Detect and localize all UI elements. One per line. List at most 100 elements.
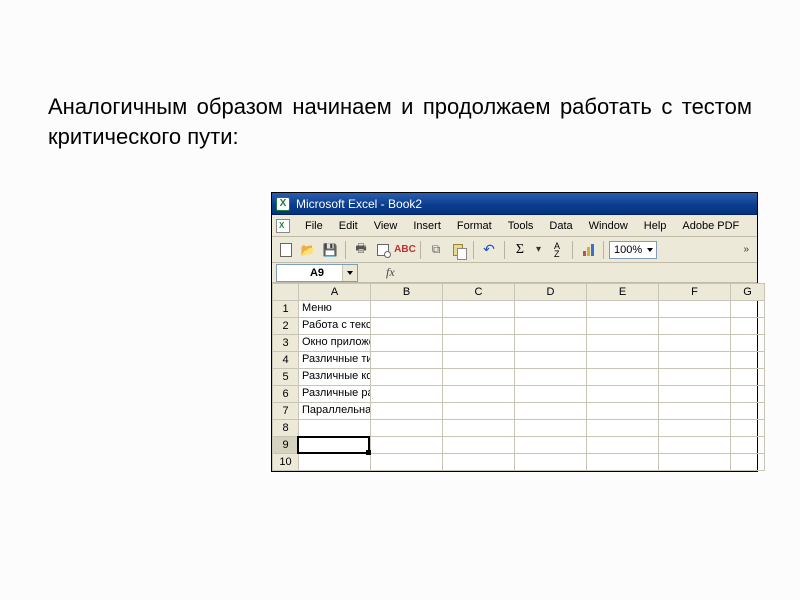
- cell-C3[interactable]: [443, 335, 515, 352]
- cell-F3[interactable]: [659, 335, 731, 352]
- cell-C5[interactable]: [443, 369, 515, 386]
- save-button[interactable]: 💾: [320, 240, 340, 260]
- cell-F6[interactable]: [659, 386, 731, 403]
- cell-B8[interactable]: [371, 420, 443, 437]
- row-header-10[interactable]: 10: [273, 454, 299, 471]
- cell-B2[interactable]: [371, 318, 443, 335]
- paste-button[interactable]: [448, 240, 468, 260]
- row-header-1[interactable]: 1: [273, 301, 299, 318]
- cell-A10[interactable]: [299, 454, 371, 471]
- cell-G5[interactable]: [731, 369, 765, 386]
- cell-D8[interactable]: [515, 420, 587, 437]
- open-button[interactable]: 📂: [298, 240, 318, 260]
- cell-B7[interactable]: [371, 403, 443, 420]
- menu-view[interactable]: View: [367, 218, 405, 234]
- titlebar[interactable]: X Microsoft Excel - Book2: [272, 193, 757, 215]
- cell-D7[interactable]: [515, 403, 587, 420]
- cell-C10[interactable]: [443, 454, 515, 471]
- name-box[interactable]: A9: [276, 264, 358, 282]
- col-header-F[interactable]: F: [659, 284, 731, 301]
- cell-A9[interactable]: [299, 437, 371, 454]
- print-preview-button[interactable]: [373, 240, 393, 260]
- zoom-combo[interactable]: 100%: [609, 241, 657, 259]
- cell-B5[interactable]: [371, 369, 443, 386]
- cell-F1[interactable]: [659, 301, 731, 318]
- cell-E8[interactable]: [587, 420, 659, 437]
- cell-F9[interactable]: [659, 437, 731, 454]
- cell-G7[interactable]: [731, 403, 765, 420]
- cell-G8[interactable]: [731, 420, 765, 437]
- cell-G1[interactable]: [731, 301, 765, 318]
- autosum-dropdown-icon[interactable]: ▾: [532, 244, 545, 255]
- row-header-6[interactable]: 6: [273, 386, 299, 403]
- chart-wizard-button[interactable]: [578, 240, 598, 260]
- menu-data[interactable]: Data: [542, 218, 579, 234]
- menu-adobe-pdf[interactable]: Adobe PDF: [675, 218, 746, 234]
- autosum-button[interactable]: Σ: [510, 240, 530, 260]
- cell-G4[interactable]: [731, 352, 765, 369]
- cell-B6[interactable]: [371, 386, 443, 403]
- new-button[interactable]: [276, 240, 296, 260]
- row-header-4[interactable]: 4: [273, 352, 299, 369]
- cell-E2[interactable]: [587, 318, 659, 335]
- cell-B1[interactable]: [371, 301, 443, 318]
- menu-window[interactable]: Window: [582, 218, 635, 234]
- cell-B10[interactable]: [371, 454, 443, 471]
- col-header-B[interactable]: B: [371, 284, 443, 301]
- cell-B3[interactable]: [371, 335, 443, 352]
- col-header-A[interactable]: A: [299, 284, 371, 301]
- row-header-3[interactable]: 3: [273, 335, 299, 352]
- cell-A8[interactable]: [299, 420, 371, 437]
- cell-F7[interactable]: [659, 403, 731, 420]
- cell-D2[interactable]: [515, 318, 587, 335]
- menu-file[interactable]: File: [298, 218, 330, 234]
- cell-C7[interactable]: [443, 403, 515, 420]
- cell-C4[interactable]: [443, 352, 515, 369]
- fx-label[interactable]: fx: [386, 265, 395, 280]
- undo-button[interactable]: ↶: [479, 240, 499, 260]
- menu-help[interactable]: Help: [637, 218, 674, 234]
- cell-D3[interactable]: [515, 335, 587, 352]
- cell-F8[interactable]: [659, 420, 731, 437]
- cell-G9[interactable]: [731, 437, 765, 454]
- cell-C8[interactable]: [443, 420, 515, 437]
- row-header-2[interactable]: 2: [273, 318, 299, 335]
- menu-insert[interactable]: Insert: [406, 218, 448, 234]
- cell-F4[interactable]: [659, 352, 731, 369]
- row-header-8[interactable]: 8: [273, 420, 299, 437]
- cell-D1[interactable]: [515, 301, 587, 318]
- cell-C2[interactable]: [443, 318, 515, 335]
- cell-D5[interactable]: [515, 369, 587, 386]
- cell-G10[interactable]: [731, 454, 765, 471]
- cell-C6[interactable]: [443, 386, 515, 403]
- row-header-7[interactable]: 7: [273, 403, 299, 420]
- row-header-5[interactable]: 5: [273, 369, 299, 386]
- cell-G2[interactable]: [731, 318, 765, 335]
- cell-E4[interactable]: [587, 352, 659, 369]
- sort-asc-button[interactable]: AZ: [547, 240, 567, 260]
- toolbar-overflow-icon[interactable]: »: [739, 244, 753, 255]
- workbook-icon[interactable]: [276, 219, 290, 233]
- col-header-D[interactable]: D: [515, 284, 587, 301]
- cell-E3[interactable]: [587, 335, 659, 352]
- cell-A6[interactable]: Различные размеры файлов: [299, 386, 371, 403]
- worksheet-grid[interactable]: A B C D E F G 1 Меню 2 Работа с текстом …: [272, 283, 757, 471]
- cell-E5[interactable]: [587, 369, 659, 386]
- cell-E9[interactable]: [587, 437, 659, 454]
- menu-tools[interactable]: Tools: [501, 218, 541, 234]
- cell-E6[interactable]: [587, 386, 659, 403]
- menu-format[interactable]: Format: [450, 218, 499, 234]
- cell-B4[interactable]: [371, 352, 443, 369]
- spellcheck-button[interactable]: ABC: [395, 240, 415, 260]
- cell-E1[interactable]: [587, 301, 659, 318]
- cell-A5[interactable]: Различные кодировки: [299, 369, 371, 386]
- cell-E7[interactable]: [587, 403, 659, 420]
- cell-A1[interactable]: Меню: [299, 301, 371, 318]
- cell-G6[interactable]: [731, 386, 765, 403]
- cell-D9[interactable]: [515, 437, 587, 454]
- menu-edit[interactable]: Edit: [332, 218, 365, 234]
- select-all-corner[interactable]: [273, 284, 299, 301]
- cell-A4[interactable]: Различные типы файлов: [299, 352, 371, 369]
- row-header-9[interactable]: 9: [273, 437, 299, 454]
- copy-button[interactable]: ⧉: [426, 240, 446, 260]
